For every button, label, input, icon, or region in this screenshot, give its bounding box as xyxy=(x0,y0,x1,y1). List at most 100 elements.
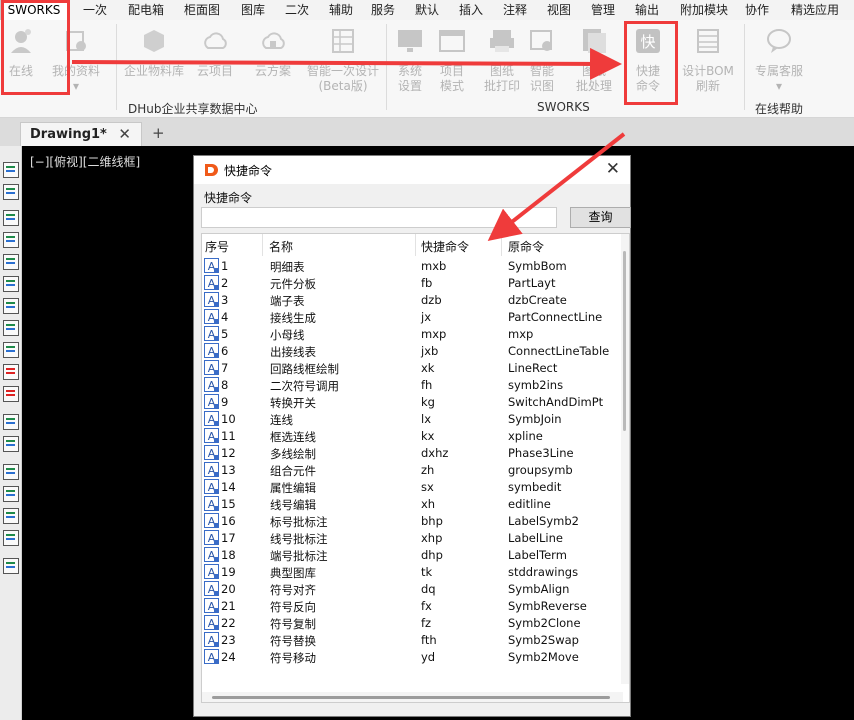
search-input[interactable] xyxy=(201,207,557,228)
column-header-shortcut[interactable]: 快捷命令 xyxy=(421,238,469,255)
column-header-index[interactable]: 序号 xyxy=(205,238,229,255)
column-header-original[interactable]: 原命令 xyxy=(508,238,544,255)
cell-shortcut: mxp xyxy=(421,327,447,341)
tab-collaborate[interactable]: 协作 xyxy=(742,0,772,20)
tool-15-icon[interactable] xyxy=(3,486,19,502)
tool-12-icon[interactable] xyxy=(3,414,19,430)
tool-17-icon[interactable] xyxy=(3,530,19,546)
table-row[interactable]: A 12 多线绘制 dxhz Phase3Line xyxy=(202,445,622,462)
tab-library[interactable]: 图库 xyxy=(238,0,268,20)
smart-recognize-button[interactable]: 智能 识图 xyxy=(526,26,558,94)
exclusive-support-button[interactable]: 专属客服 ▾ xyxy=(752,26,806,94)
tab-auxiliary[interactable]: 辅助 xyxy=(326,0,356,20)
design-bom-refresh-button[interactable]: 设计BOM 刷新 xyxy=(680,26,736,94)
tab-distribution-box[interactable]: 配电箱 xyxy=(126,0,166,20)
cell-index: 19 xyxy=(221,565,236,579)
tab-insert[interactable]: 插入 xyxy=(456,0,486,20)
table-row[interactable]: A 5 小母线 mxp mxp xyxy=(202,326,622,343)
new-tab-button[interactable]: + xyxy=(152,124,165,142)
batch-process-button[interactable]: 图纸 批处理 xyxy=(570,26,618,94)
batch-print-button[interactable]: 图纸 批打印 xyxy=(482,26,522,94)
table-row[interactable]: A 16 标号批标注 bhp LabelSymb2 xyxy=(202,513,622,530)
tab-drawing1[interactable]: Drawing1* ✕ xyxy=(20,122,142,146)
table-row[interactable]: A 15 线号编辑 xh editline xyxy=(202,496,622,513)
tool-5-icon[interactable] xyxy=(3,254,19,270)
table-row[interactable]: A 7 回路线框绘制 xk LineRect xyxy=(202,360,622,377)
table-row[interactable]: A 20 符号对齐 dq SymbAlign xyxy=(202,581,622,598)
app-logo-icon xyxy=(205,164,218,176)
cell-shortcut: fth xyxy=(421,633,437,647)
tab-annotate[interactable]: 注释 xyxy=(500,0,530,20)
table-row[interactable]: A 13 组合元件 zh groupsymb xyxy=(202,462,622,479)
cell-original: Symb2Clone xyxy=(508,616,581,630)
command-list: 序号 名称 快捷命令 原命令 A 1 明细表 mxb SymbBom A 2 元件分板 fb Pa… xyxy=(201,233,630,703)
table-row[interactable]: A 11 框选连线 kx xpline xyxy=(202,428,622,445)
cloud-scheme-button[interactable]: 云方案 xyxy=(250,26,296,79)
tool-13-icon[interactable] xyxy=(3,436,19,452)
table-row[interactable]: A 21 符号反向 fx SymbReverse xyxy=(202,598,622,615)
tool-10-icon[interactable] xyxy=(3,364,19,380)
table-row[interactable]: A 17 线号批标注 xhp LabelLine xyxy=(202,530,622,547)
table-row[interactable]: A 4 接线生成 jx PartConnectLine xyxy=(202,309,622,326)
tab-manage[interactable]: 管理 xyxy=(588,0,618,20)
tab-view[interactable]: 视图 xyxy=(544,0,574,20)
tool-9-icon[interactable] xyxy=(3,342,19,358)
smart-primary-design-button[interactable]: 智能一次设计 (Beta版) xyxy=(304,26,382,94)
table-row[interactable]: A 6 出接线表 jxb ConnectLineTable xyxy=(202,343,622,360)
tab-addons[interactable]: 附加模块 xyxy=(676,0,732,20)
cell-shortcut: sx xyxy=(421,480,434,494)
tool-7-icon[interactable] xyxy=(3,298,19,314)
tool-2-icon[interactable] xyxy=(3,184,19,200)
vertical-scrollbar[interactable] xyxy=(621,234,629,684)
table-row[interactable]: A 10 连线 lx SymbJoin xyxy=(202,411,622,428)
tab-secondary[interactable]: 二次 xyxy=(282,0,312,20)
tab-default[interactable]: 默认 xyxy=(412,0,442,20)
enterprise-library-button[interactable]: 企业物料库 xyxy=(122,26,186,79)
close-icon[interactable]: ✕ xyxy=(118,125,131,143)
cell-shortcut: bhp xyxy=(421,514,443,528)
tab-output[interactable]: 输出 xyxy=(632,0,662,20)
tool-3-icon[interactable] xyxy=(3,210,19,226)
horizontal-scrollbar[interactable] xyxy=(202,692,623,702)
cell-name: 标号批标注 xyxy=(270,515,328,529)
cell-original: Symb2Swap xyxy=(508,633,579,647)
cube-icon xyxy=(144,30,164,52)
tool-16-icon[interactable] xyxy=(3,508,19,524)
tool-14-icon[interactable] xyxy=(3,464,19,480)
viewport-controls[interactable]: [−][俯视][二维线框] xyxy=(30,153,140,170)
cell-name: 属性编辑 xyxy=(270,481,316,495)
system-settings-button[interactable]: 系统 设置 xyxy=(392,26,428,94)
table-row[interactable]: A 22 符号复制 fz Symb2Clone xyxy=(202,615,622,632)
cloud-house-icon xyxy=(262,32,285,49)
table-row[interactable]: A 9 转换开关 kg SwitchAndDimPt xyxy=(202,394,622,411)
table-row[interactable]: A 2 元件分板 fb PartLayt xyxy=(202,275,622,292)
cell-index: 23 xyxy=(221,633,236,647)
table-row[interactable]: A 23 符号替换 fth Symb2Swap xyxy=(202,632,622,649)
scroll-thumb[interactable] xyxy=(212,696,610,699)
table-row[interactable]: A 18 端号批标注 dhp LabelTerm xyxy=(202,547,622,564)
dialog-title-bar[interactable]: 快捷命令 ✕ xyxy=(194,156,630,184)
tab-primary[interactable]: 一次 xyxy=(80,0,110,20)
table-row[interactable]: A 24 符号移动 yd Symb2Move xyxy=(202,649,622,666)
tab-featured-apps[interactable]: 精选应用 xyxy=(786,0,844,20)
tab-service[interactable]: 服务 xyxy=(368,0,398,20)
table-row[interactable]: A 1 明细表 mxb SymbBom xyxy=(202,258,622,275)
table-row[interactable]: A 3 端子表 dzb dzbCreate xyxy=(202,292,622,309)
query-button[interactable]: 查询 xyxy=(570,207,631,228)
scroll-thumb[interactable] xyxy=(623,251,626,431)
tool-18-icon[interactable] xyxy=(3,558,19,574)
table-row[interactable]: A 14 属性编辑 sx symbedit xyxy=(202,479,622,496)
table-row[interactable]: A 8 二次符号调用 fh symb2ins xyxy=(202,377,622,394)
tab-cabinet-view[interactable]: 柜面图 xyxy=(182,0,222,20)
close-icon[interactable]: ✕ xyxy=(606,159,620,179)
cloud-project-button[interactable]: 云项目 xyxy=(194,26,236,79)
project-mode-button[interactable]: 项目 模式 xyxy=(436,26,468,94)
column-header-name[interactable]: 名称 xyxy=(269,238,293,255)
table-row[interactable]: A 19 典型图库 tk stddrawings xyxy=(202,564,622,581)
tool-6-icon[interactable] xyxy=(3,276,19,292)
tool-4-icon[interactable] xyxy=(3,232,19,248)
tool-1-icon[interactable] xyxy=(3,162,19,178)
cell-name: 回路线框绘制 xyxy=(270,362,339,376)
tool-11-icon[interactable] xyxy=(3,386,19,402)
tool-8-icon[interactable] xyxy=(3,320,19,336)
